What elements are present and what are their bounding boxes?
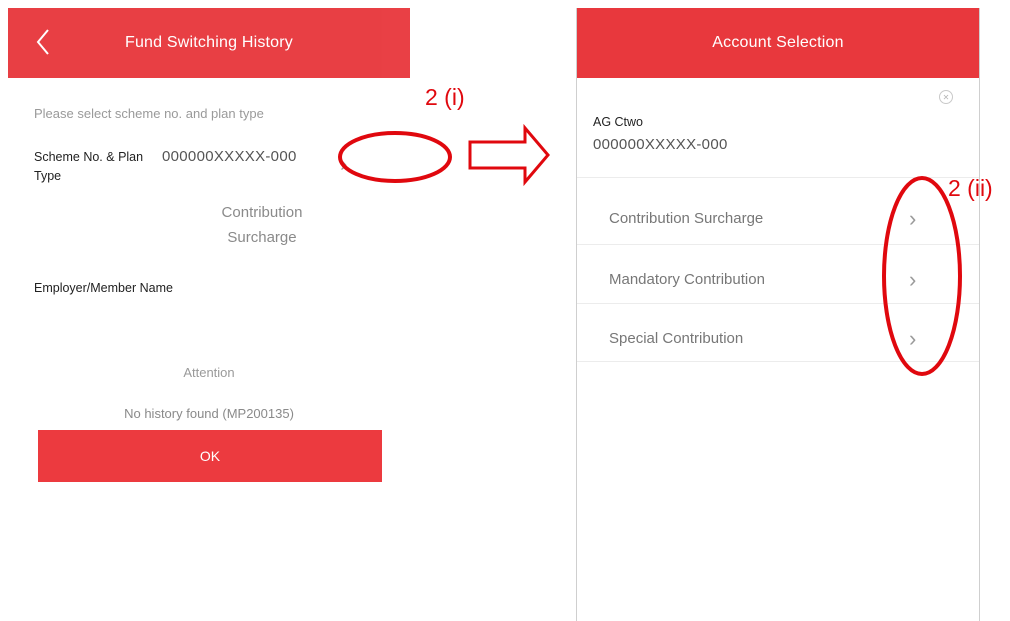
annotation-step-ii: 2 (ii)	[948, 175, 993, 201]
annotation-overlay	[338, 123, 962, 376]
annotation-ellipse-scheme	[338, 131, 452, 183]
annotation-step-i: 2 (i)	[425, 84, 465, 110]
annotation-ellipse-chevrons	[882, 176, 962, 376]
annotation-arrow	[468, 123, 550, 187]
